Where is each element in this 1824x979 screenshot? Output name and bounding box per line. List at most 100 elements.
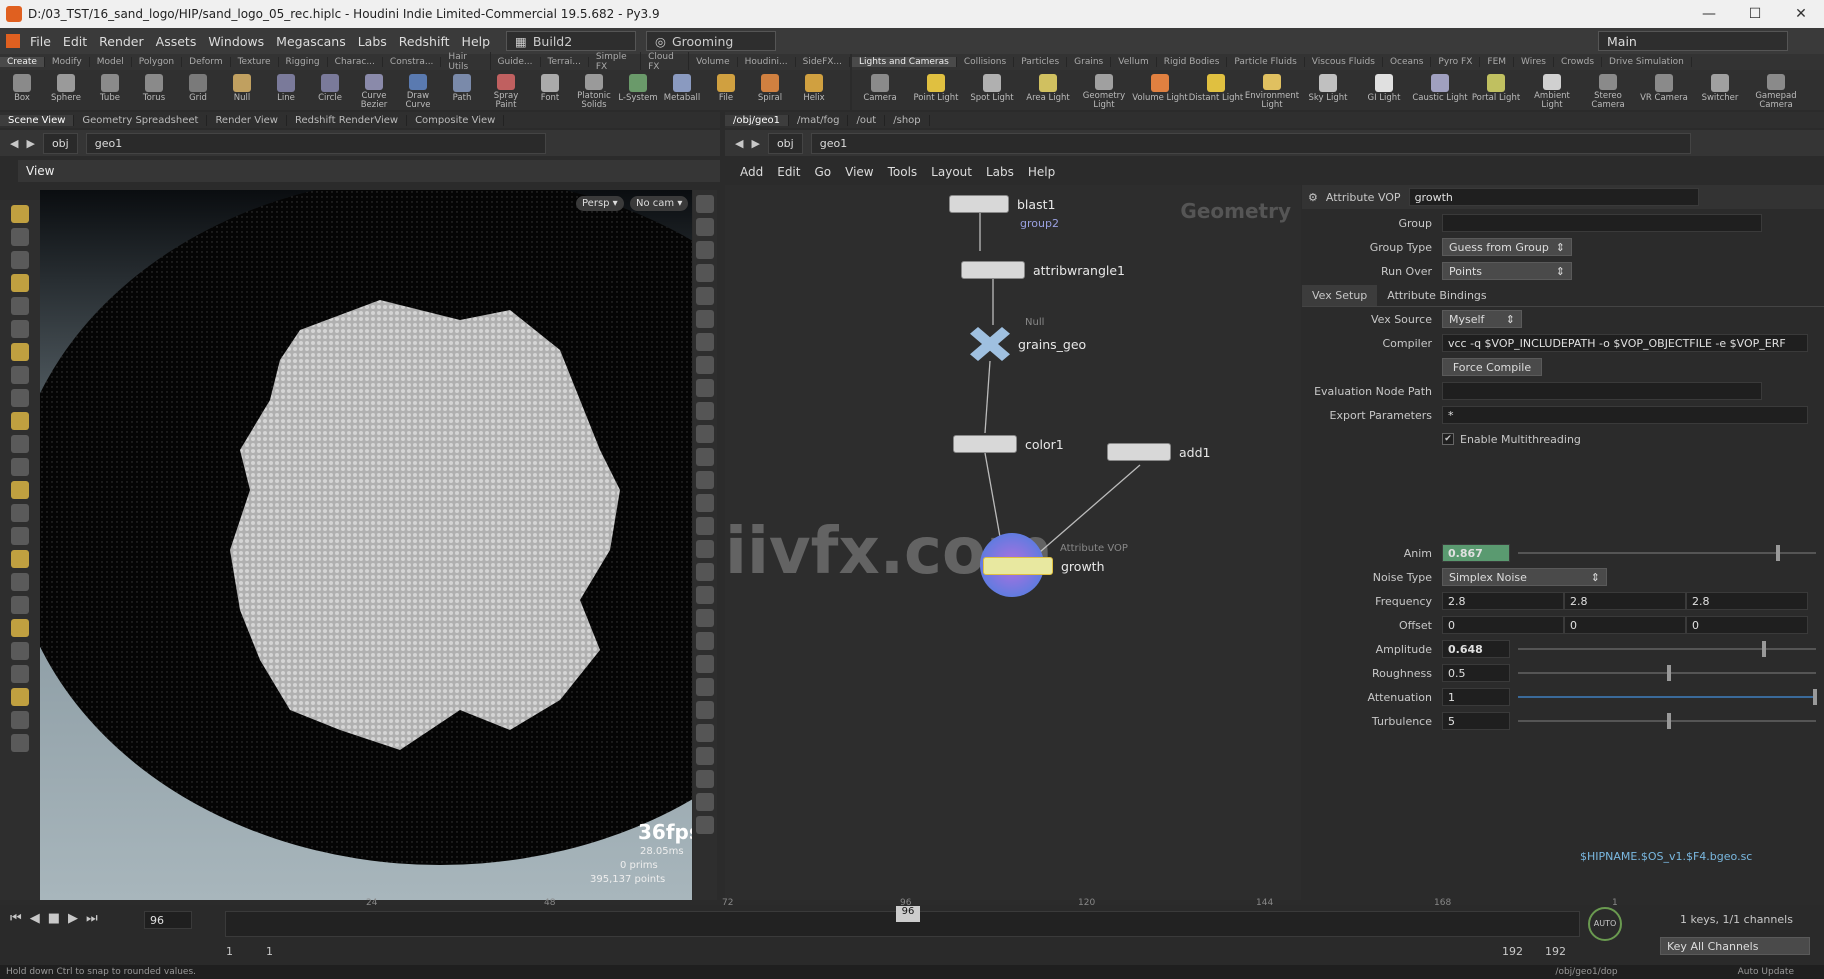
shelf-tool[interactable]: L-System	[616, 70, 660, 110]
pane-tab[interactable]: Render View	[207, 114, 287, 126]
node-growth[interactable]: growth	[983, 557, 1105, 575]
grooming-dropdown[interactable]: ◎ Grooming	[646, 31, 777, 51]
display-option-icon[interactable]	[696, 724, 714, 742]
multithread-checkbox[interactable]: ✔	[1442, 433, 1454, 445]
shelf-tab[interactable]: Model	[90, 57, 132, 67]
display-option-icon[interactable]	[696, 793, 714, 811]
menu-redshift[interactable]: Redshift	[393, 34, 456, 49]
offset-z[interactable]: 0	[1686, 616, 1808, 634]
menu-file[interactable]: File	[24, 34, 57, 49]
viewport[interactable]: Persp ▾ No cam ▾ 36fps 28.05ms 0 prims 3…	[40, 190, 692, 900]
shelf-tab[interactable]: Modify	[45, 57, 90, 67]
network-menu-labs[interactable]: Labs	[986, 165, 1014, 179]
shelf-tool[interactable]: Volume Light	[1132, 70, 1188, 110]
viewport-tool-icon[interactable]	[11, 435, 29, 453]
node-attribwrangle1[interactable]: attribwrangle1	[961, 261, 1125, 279]
shelf-tab[interactable]: FEM	[1480, 57, 1515, 67]
menu-windows[interactable]: Windows	[202, 34, 270, 49]
network-menu-view[interactable]: View	[845, 165, 873, 179]
pane-tab[interactable]: /shop	[885, 114, 930, 126]
display-option-icon[interactable]	[696, 632, 714, 650]
forward-arrow-icon[interactable]: ▶	[751, 137, 759, 150]
shelf-tool[interactable]: VR Camera	[1636, 70, 1692, 110]
shelf-tool[interactable]: Distant Light	[1188, 70, 1244, 110]
node-add1[interactable]: add1	[1107, 443, 1210, 461]
display-option-icon[interactable]	[696, 494, 714, 512]
shelf-tool[interactable]: Switcher	[1692, 70, 1748, 110]
viewport-tool-icon[interactable]	[11, 504, 29, 522]
attenuation-field[interactable]: 1	[1442, 688, 1510, 706]
shelf-tab[interactable]: Oceans	[1383, 57, 1432, 67]
shelf-tool[interactable]: Portal Light	[1468, 70, 1524, 110]
viewport-tool-icon[interactable]	[11, 573, 29, 591]
noise-type-menu[interactable]: Simplex Noise ⇕	[1442, 568, 1607, 586]
shelf-tab[interactable]: Create	[0, 57, 45, 67]
maximize-button[interactable]: ☐	[1732, 6, 1778, 22]
viewport-tool-icon[interactable]	[11, 389, 29, 407]
shelf-tab[interactable]: Particles	[1014, 57, 1068, 67]
shelf-tool[interactable]: Stereo Camera	[1580, 70, 1636, 110]
shelf-tool[interactable]: Caustic Light	[1412, 70, 1468, 110]
display-option-icon[interactable]	[696, 678, 714, 696]
shelf-tool[interactable]: Point Light	[908, 70, 964, 110]
network-menu-help[interactable]: Help	[1028, 165, 1055, 179]
viewport-tool-icon[interactable]	[11, 297, 29, 315]
roughness-field[interactable]: 0.5	[1442, 664, 1510, 682]
shelf-tool[interactable]: Camera	[852, 70, 908, 110]
viewport-tool-icon[interactable]	[11, 320, 29, 338]
display-option-icon[interactable]	[696, 816, 714, 834]
viewport-tool-icon[interactable]	[11, 481, 29, 499]
shelf-tool[interactable]: Sphere	[44, 70, 88, 110]
viewport-tool-icon[interactable]	[11, 619, 29, 637]
viewport-tool-icon[interactable]	[11, 642, 29, 660]
shelf-tool[interactable]: GI Light	[1356, 70, 1412, 110]
viewport-tool-icon[interactable]	[11, 688, 29, 706]
offset-y[interactable]: 0	[1564, 616, 1686, 634]
shelf-tab[interactable]: Pyro FX	[1431, 57, 1481, 67]
run-over-menu[interactable]: Points ⇕	[1442, 262, 1572, 280]
tab-vex-setup[interactable]: Vex Setup	[1302, 285, 1378, 306]
shelf-tool[interactable]: Helix	[792, 70, 836, 110]
display-option-icon[interactable]	[696, 218, 714, 236]
menu-megascans[interactable]: Megascans	[270, 34, 352, 49]
shelf-tool[interactable]: Environment Light	[1244, 70, 1300, 110]
shelf-tab[interactable]: Crowds	[1554, 57, 1603, 67]
range-end-2[interactable]: 192	[1545, 945, 1566, 958]
shelf-tab[interactable]: Terrai...	[541, 57, 589, 67]
pane-tab[interactable]: Composite View	[407, 114, 505, 126]
shelf-tool[interactable]: Grid	[176, 70, 220, 110]
path-geo[interactable]: geo1	[810, 132, 1691, 154]
shelf-tab[interactable]: Rigging	[279, 57, 328, 67]
shelf-tool[interactable]: Draw Curve	[396, 70, 440, 110]
group-type-menu[interactable]: Guess from Group ⇕	[1442, 238, 1572, 256]
pane-tab[interactable]: Scene View	[0, 114, 75, 126]
shelf-tool[interactable]: Path	[440, 70, 484, 110]
camera-menu[interactable]: No cam ▾	[630, 196, 689, 211]
shelf-tool[interactable]: Metaball	[660, 70, 704, 110]
auto-key-button[interactable]: AUTO	[1588, 907, 1622, 941]
shelf-tool[interactable]: Line	[264, 70, 308, 110]
shelf-tab[interactable]: Guide...	[491, 57, 541, 67]
display-option-icon[interactable]	[696, 356, 714, 374]
display-option-icon[interactable]	[696, 540, 714, 558]
back-arrow-icon[interactable]: ◀	[10, 137, 18, 150]
forward-arrow-icon[interactable]: ▶	[26, 137, 34, 150]
menu-labs[interactable]: Labs	[352, 34, 393, 49]
display-option-icon[interactable]	[696, 195, 714, 213]
offset-x[interactable]: 0	[1442, 616, 1564, 634]
viewport-tool-icon[interactable]	[11, 274, 29, 292]
shelf-tool[interactable]: Spiral	[748, 70, 792, 110]
close-button[interactable]: ✕	[1778, 6, 1824, 22]
step-back-icon[interactable]: ◀	[30, 911, 40, 926]
display-option-icon[interactable]	[696, 333, 714, 351]
shelf-tab[interactable]: Particle Fluids	[1227, 57, 1305, 67]
pane-tab[interactable]: /mat/fog	[789, 114, 849, 126]
current-frame-field[interactable]: 96	[144, 911, 192, 929]
shelf-tab[interactable]: Deform	[182, 57, 231, 67]
shelf-tool[interactable]: Geometry Light	[1076, 70, 1132, 110]
shelf-tool[interactable]: Spot Light	[964, 70, 1020, 110]
frequency-z[interactable]: 2.8	[1686, 592, 1808, 610]
go-end-icon[interactable]: ⏭	[86, 911, 98, 926]
group-field[interactable]	[1442, 214, 1762, 232]
vex-source-menu[interactable]: Myself ⇕	[1442, 310, 1522, 328]
